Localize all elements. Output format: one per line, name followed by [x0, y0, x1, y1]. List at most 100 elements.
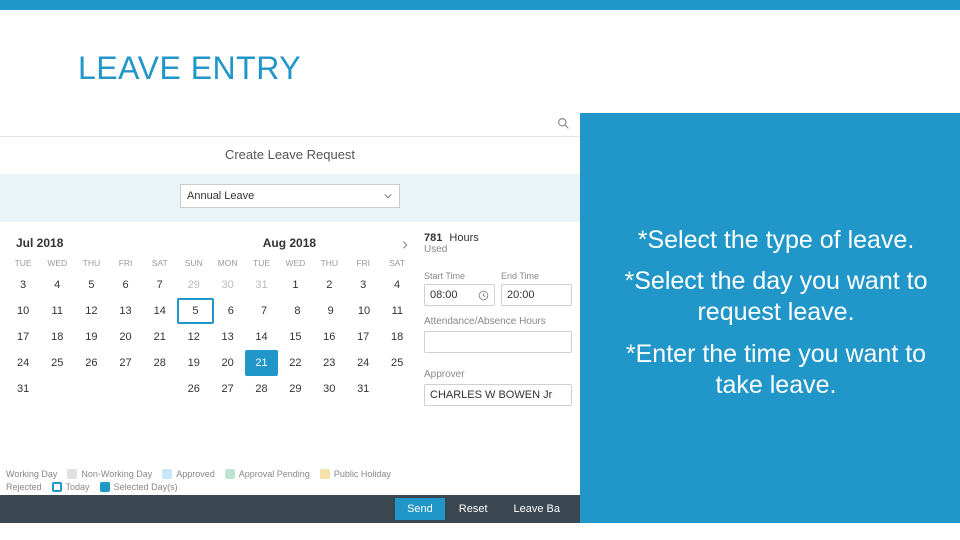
- footer-bar: Send Reset Leave Ba: [0, 495, 580, 523]
- calendar-day[interactable]: 7: [143, 272, 177, 298]
- calendar-day[interactable]: 30: [312, 376, 346, 402]
- calendar-day[interactable]: 31: [346, 376, 380, 402]
- calendar-day[interactable]: 25: [40, 350, 74, 376]
- calendar-day[interactable]: 13: [108, 298, 142, 324]
- dow-label: THU: [74, 258, 108, 272]
- legend-selected: Selected Day(s): [114, 482, 178, 492]
- month-left-label: Jul 2018: [6, 232, 177, 258]
- calendar-day[interactable]: 29: [278, 376, 312, 402]
- leave-balances-button[interactable]: Leave Ba: [502, 498, 572, 520]
- instruction-2: *Select the day you want to request leav…: [616, 266, 936, 329]
- calendar-day[interactable]: 17: [346, 324, 380, 350]
- hours-value: 781: [424, 232, 442, 244]
- leave-type-value: Annual Leave: [187, 190, 254, 202]
- calendar-day[interactable]: 5: [74, 272, 108, 298]
- calendar-day[interactable]: 10: [347, 298, 380, 324]
- attendance-input[interactable]: [424, 331, 572, 353]
- calendar-day[interactable]: 8: [281, 298, 314, 324]
- calendar-day[interactable]: 31: [245, 272, 279, 298]
- calendar-day[interactable]: 31: [6, 376, 40, 402]
- chevron-right-icon: [400, 240, 410, 250]
- calendar-day[interactable]: 20: [211, 350, 245, 376]
- calendar-day[interactable]: 21: [245, 350, 279, 376]
- calendar-day: [74, 376, 108, 402]
- calendar-day[interactable]: 12: [74, 298, 108, 324]
- end-time-label: End Time: [501, 271, 572, 281]
- calendar-day[interactable]: 7: [247, 298, 280, 324]
- dow-label: WED: [40, 258, 74, 272]
- legend-today: Today: [66, 482, 90, 492]
- calendar-day[interactable]: 16: [312, 324, 346, 350]
- calendar-day[interactable]: 4: [40, 272, 74, 298]
- calendar-day[interactable]: 28: [245, 376, 279, 402]
- month-left: Jul 2018 TUEWEDTHUFRISAT 34567 1011121314…: [6, 232, 177, 402]
- calendar-day[interactable]: 11: [381, 298, 414, 324]
- dow-label: FRI: [346, 258, 380, 272]
- calendar-day[interactable]: 30: [211, 272, 245, 298]
- calendar-day[interactable]: 20: [108, 324, 142, 350]
- calendar-day[interactable]: 21: [143, 324, 177, 350]
- search-icon: [557, 117, 570, 130]
- title-area: LEAVE ENTRY: [0, 10, 960, 113]
- calendar-day[interactable]: 5: [177, 298, 214, 324]
- calendar-day[interactable]: 12: [177, 324, 211, 350]
- dow-label: TUE: [245, 258, 279, 272]
- start-time-value: 08:00: [430, 289, 458, 301]
- reset-button[interactable]: Reset: [447, 498, 500, 520]
- calendar-day[interactable]: 10: [6, 298, 40, 324]
- search-bar[interactable]: [0, 113, 580, 137]
- calendar-day[interactable]: 6: [108, 272, 142, 298]
- calendar-day[interactable]: 14: [245, 324, 279, 350]
- calendar-day[interactable]: 19: [74, 324, 108, 350]
- calendar-day[interactable]: 17: [6, 324, 40, 350]
- dow-label: SAT: [380, 258, 414, 272]
- calendar-day[interactable]: 11: [40, 298, 74, 324]
- start-time-input[interactable]: 08:00: [424, 284, 495, 306]
- instruction-3: *Enter the time you want to take leave.: [616, 339, 936, 402]
- calendar-day[interactable]: 19: [177, 350, 211, 376]
- dow-label: THU: [312, 258, 346, 272]
- calendar-day[interactable]: 29: [177, 272, 211, 298]
- approver-input[interactable]: CHARLES W BOWEN Jr: [424, 384, 572, 406]
- end-time-value: 20:00: [507, 289, 535, 301]
- calendar-day[interactable]: 2: [312, 272, 346, 298]
- calendar-legend: Working Day Non-Working Day Approved App…: [6, 469, 410, 495]
- calendar-day[interactable]: 3: [346, 272, 380, 298]
- calendar-day[interactable]: 18: [380, 324, 414, 350]
- calendar-day[interactable]: 14: [143, 298, 177, 324]
- legend-pending: Approval Pending: [239, 469, 310, 479]
- calendar-day[interactable]: 23: [312, 350, 346, 376]
- calendar-day[interactable]: 26: [177, 376, 211, 402]
- calendar-day[interactable]: 15: [278, 324, 312, 350]
- calendar-day[interactable]: 6: [214, 298, 247, 324]
- attendance-label: Attendance/Absence Hours: [424, 316, 572, 327]
- dow-label: FRI: [108, 258, 142, 272]
- calendar-day[interactable]: 4: [380, 272, 414, 298]
- calendar-day[interactable]: 1: [278, 272, 312, 298]
- calendar-day[interactable]: 24: [346, 350, 380, 376]
- calendar-day: [40, 376, 74, 402]
- calendar-next-button[interactable]: [396, 236, 414, 254]
- calendar-day[interactable]: 18: [40, 324, 74, 350]
- instruction-1: *Select the type of leave.: [616, 225, 936, 256]
- end-time-input[interactable]: 20:00: [501, 284, 572, 306]
- calendar-day[interactable]: 13: [211, 324, 245, 350]
- calendar-day[interactable]: 26: [74, 350, 108, 376]
- send-button[interactable]: Send: [395, 498, 445, 520]
- hours-sub: Used: [424, 244, 572, 255]
- calendar-day[interactable]: 27: [108, 350, 142, 376]
- calendar-day[interactable]: 9: [314, 298, 347, 324]
- leave-type-select[interactable]: Annual Leave: [180, 184, 400, 208]
- calendar-day[interactable]: 28: [143, 350, 177, 376]
- legend-non-working: Non-Working Day: [81, 469, 152, 479]
- calendar-day[interactable]: 25: [380, 350, 414, 376]
- dow-label: SAT: [143, 258, 177, 272]
- dow-label: TUE: [6, 258, 40, 272]
- calendar-day[interactable]: 22: [278, 350, 312, 376]
- legend-holiday: Public Holiday: [334, 469, 391, 479]
- calendar-day[interactable]: 24: [6, 350, 40, 376]
- calendar-day[interactable]: 3: [6, 272, 40, 298]
- legend-working-day: Working Day: [6, 469, 57, 479]
- calendar-day: [143, 376, 177, 402]
- calendar-day[interactable]: 27: [211, 376, 245, 402]
